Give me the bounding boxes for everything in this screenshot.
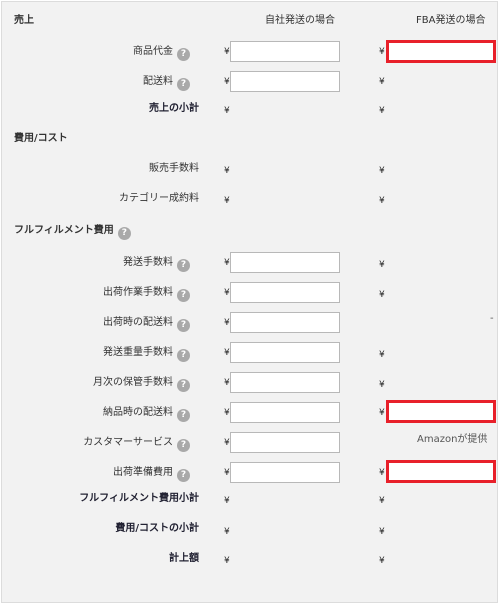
yen-symbol: ¥ (379, 468, 385, 478)
yen-symbol: ¥ (224, 196, 230, 206)
yen-symbol: ¥ (379, 47, 385, 57)
inbound-shipping-self-input[interactable] (230, 402, 340, 423)
row-label-outbound-shipping: 出荷時の配送料? (0, 316, 190, 332)
yen-symbol: ¥ (224, 106, 230, 116)
row-label-item-price: 商品代金? (0, 45, 190, 61)
yen-symbol: ¥ (379, 527, 385, 537)
yen-symbol: ¥ (379, 408, 385, 418)
row-label-inbound-shipping: 納品時の配送料? (0, 406, 190, 422)
item-price-self-input[interactable] (230, 41, 340, 62)
weight-handling-fee-self-input[interactable] (230, 342, 340, 363)
shipping-fee-self-input[interactable] (230, 252, 340, 273)
yen-symbol: ¥ (224, 408, 230, 418)
help-icon[interactable]: ? (177, 289, 190, 302)
help-icon[interactable]: ? (177, 409, 190, 422)
row-label-net: 計上額 (169, 553, 199, 564)
yen-symbol: ¥ (224, 438, 230, 448)
yen-symbol: ¥ (379, 350, 385, 360)
yen-symbol: ¥ (224, 77, 230, 87)
row-label-shipping-fee: 発送手数料? (0, 256, 190, 272)
pick-pack-fee-self-input[interactable] (230, 282, 340, 303)
inbound-shipping-fba-input[interactable] (386, 400, 496, 423)
row-label-sales-subtotal: 売上の小計 (149, 103, 199, 114)
row-label-prep-cost: 出荷準備費用? (0, 466, 190, 482)
row-label-shipping: 配送料? (0, 75, 190, 91)
yen-symbol: ¥ (224, 527, 230, 537)
shipping-self-input[interactable] (230, 71, 340, 92)
column-header-self-ship: 自社発送の場合 (265, 15, 335, 26)
row-label-pick-pack-fee: 出荷作業手数料? (0, 286, 190, 302)
yen-symbol: ¥ (224, 556, 230, 566)
yen-symbol: ¥ (224, 47, 230, 57)
yen-symbol: ¥ (379, 496, 385, 506)
yen-symbol: ¥ (224, 468, 230, 478)
yen-symbol: ¥ (379, 196, 385, 206)
row-label-customer-service: カスタマーサービス? (0, 436, 190, 452)
yen-symbol: ¥ (379, 106, 385, 116)
yen-symbol: ¥ (379, 77, 385, 87)
yen-symbol: ¥ (224, 496, 230, 506)
yen-symbol: ¥ (224, 288, 230, 298)
fee-calculator-panel: 売上 自社発送の場合 FBA発送の場合 商品代金? ¥ ¥ 配送料? ¥ ¥ 売… (1, 1, 498, 603)
prep-cost-fba-input[interactable] (386, 460, 496, 483)
yen-symbol: ¥ (224, 166, 230, 176)
help-icon[interactable]: ? (177, 349, 190, 362)
outbound-shipping-self-input[interactable] (230, 312, 340, 333)
section-costs: 費用/コスト (14, 133, 68, 144)
yen-symbol: ¥ (379, 556, 385, 566)
row-label-cost-subtotal: 費用/コストの小計 (115, 523, 199, 534)
yen-symbol: ¥ (379, 260, 385, 270)
yen-symbol: ¥ (379, 380, 385, 390)
help-icon[interactable]: ? (177, 78, 190, 91)
help-icon[interactable]: ? (177, 48, 190, 61)
yen-symbol: ¥ (379, 166, 385, 176)
prep-cost-self-input[interactable] (230, 462, 340, 483)
row-label-category-fee: カテゴリー成約料 (119, 193, 199, 204)
customer-service-self-input[interactable] (230, 432, 340, 453)
row-label-fulfillment-subtotal: フルフィルメント費用小計 (79, 493, 199, 504)
help-icon[interactable]: ? (177, 319, 190, 332)
row-label-selling-fee: 販売手数料 (149, 163, 199, 174)
section-sales: 売上 (14, 15, 34, 26)
yen-symbol: ¥ (224, 318, 230, 328)
customer-service-fba-note: Amazonが提供 (417, 434, 488, 445)
section-fulfillment: フルフィルメント費用? (14, 224, 131, 240)
help-icon[interactable]: ? (177, 379, 190, 392)
yen-symbol: ¥ (224, 378, 230, 388)
yen-symbol: ¥ (224, 258, 230, 268)
help-icon[interactable]: ? (177, 439, 190, 452)
yen-symbol: ¥ (379, 290, 385, 300)
row-label-monthly-storage-fee: 月次の保管手数料? (0, 376, 190, 392)
row-label-weight-handling-fee: 発送重量手数料? (0, 346, 190, 362)
item-price-fba-input[interactable] (386, 40, 496, 63)
help-icon[interactable]: ? (117, 227, 131, 240)
outbound-shipping-fba-value: - (490, 313, 494, 324)
yen-symbol: ¥ (224, 348, 230, 358)
column-header-fba: FBA発送の場合 (416, 15, 486, 26)
help-icon[interactable]: ? (177, 259, 190, 272)
help-icon[interactable]: ? (177, 469, 190, 482)
monthly-storage-fee-self-input[interactable] (230, 372, 340, 393)
